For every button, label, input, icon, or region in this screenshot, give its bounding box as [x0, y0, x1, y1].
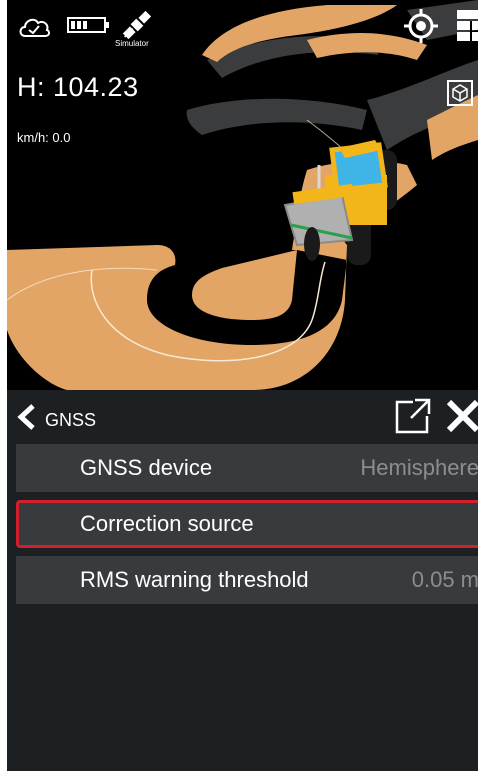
gnss-device-row[interactable]: GNSS device Hemisphere	[16, 444, 478, 492]
terrain-scene	[7, 0, 478, 390]
height-readout: H: 104.23	[17, 72, 139, 102]
map-3d-view[interactable]: Simulator H: 104.23 km/h: 0.0	[7, 0, 478, 390]
open-external-icon	[395, 398, 431, 434]
panel-title: GNSS	[45, 410, 97, 430]
layers-icon[interactable]	[455, 8, 478, 42]
popout-button[interactable]	[393, 398, 431, 436]
close-icon	[446, 399, 478, 433]
chevron-left-icon	[15, 404, 37, 430]
app-root: Simulator H: 104.23 km/h: 0.0 GNSS GNSS …	[0, 0, 478, 771]
rms-warning-threshold-value: 0.05 m	[411, 567, 478, 592]
gnss-device-label: GNSS device	[80, 455, 213, 480]
speed-readout: km/h: 0.0	[17, 130, 71, 145]
simulator-label: Simulator	[115, 39, 149, 48]
back-button[interactable]: GNSS	[11, 396, 107, 436]
correction-source-row[interactable]: Correction source	[16, 500, 478, 548]
battery-icon	[67, 15, 111, 35]
view-cube-icon[interactable]	[447, 80, 473, 106]
settings-panel: GNSS GNSS device Hemisphere Correction s…	[7, 390, 478, 771]
gnss-device-value: Hemisphere	[360, 455, 478, 480]
rms-warning-threshold-label: RMS warning threshold	[80, 567, 309, 592]
panel-header: GNSS	[7, 390, 478, 440]
locate-icon[interactable]	[403, 8, 439, 44]
rms-warning-threshold-row[interactable]: RMS warning threshold 0.05 m	[16, 556, 478, 604]
left-edge	[0, 0, 7, 771]
cloud-check-icon[interactable]	[17, 12, 51, 40]
close-button[interactable]	[443, 396, 478, 436]
correction-source-label: Correction source	[80, 511, 254, 536]
